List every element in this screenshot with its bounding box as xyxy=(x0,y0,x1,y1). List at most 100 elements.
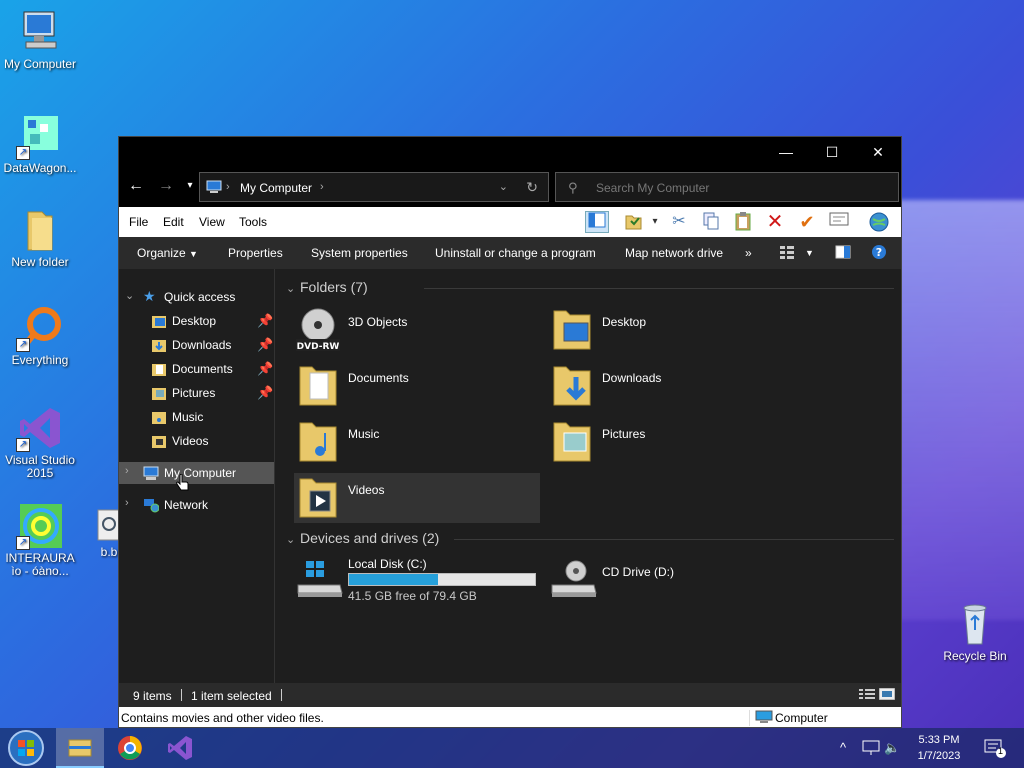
chevron-right-icon[interactable]: › xyxy=(125,465,129,477)
divider xyxy=(424,288,894,289)
pin-icon[interactable]: 📌 xyxy=(257,313,273,329)
group-header-devices[interactable]: ⌄ Devices and drives (2) xyxy=(284,527,894,551)
pin-icon[interactable]: 📌 xyxy=(257,361,273,377)
desktop-icon-visual-studio[interactable]: ↗ Visual Studio 2015 xyxy=(0,404,80,480)
drive-cd-d[interactable]: CD Drive (D:) xyxy=(548,555,794,609)
chevron-down-icon[interactable]: ⌄ xyxy=(499,180,508,193)
chevron-right-icon[interactable]: › xyxy=(320,181,324,193)
minimize-button[interactable]: — xyxy=(763,137,809,167)
chevron-down-icon[interactable]: ⌄ xyxy=(286,533,295,546)
nav-network[interactable]: › Network xyxy=(119,494,274,516)
folder-icon xyxy=(16,206,64,254)
help-icon[interactable]: ? xyxy=(871,244,887,263)
system-properties-button[interactable]: System properties xyxy=(311,246,408,260)
volume-icon[interactable]: 🔈 xyxy=(884,740,900,756)
taskbar: ^ 🔈 5:33 PM 1/7/2023 1 xyxy=(0,728,1024,768)
nav-pictures[interactable]: Pictures 📌 xyxy=(119,382,274,404)
checkmark-icon[interactable]: ✔ xyxy=(795,211,819,233)
search-input[interactable]: Search My Computer xyxy=(596,181,709,195)
chevron-right-icon[interactable]: › xyxy=(125,497,129,509)
folder-videos[interactable]: Videos xyxy=(294,473,540,523)
menu-file[interactable]: File xyxy=(129,215,148,229)
shortcut-arrow-icon: ↗ xyxy=(16,536,30,550)
properties-button[interactable]: Properties xyxy=(228,246,283,260)
folder-options-icon[interactable] xyxy=(621,211,645,233)
layout-pane-icon[interactable] xyxy=(585,211,609,233)
delete-icon[interactable]: ✕ xyxy=(763,211,787,233)
desktop-icon-recycle-bin[interactable]: Recycle Bin xyxy=(935,600,1015,663)
nav-music[interactable]: Music xyxy=(119,406,274,428)
chevron-down-icon[interactable]: ⌄ xyxy=(286,282,295,295)
maximize-button[interactable]: ☐ xyxy=(809,137,855,167)
desktop-icon-everything[interactable]: ↗ Everything xyxy=(0,304,80,367)
cut-icon[interactable]: ✂ xyxy=(667,211,691,233)
network-tray-icon[interactable] xyxy=(862,740,880,759)
folder-desktop[interactable]: Desktop xyxy=(548,305,794,355)
back-arrow-icon[interactable]: ← xyxy=(125,177,147,195)
pin-icon[interactable]: 📌 xyxy=(257,337,273,353)
desktop-icon-my-computer[interactable]: My Computer xyxy=(0,8,80,71)
nav-videos[interactable]: Videos xyxy=(119,430,274,452)
content-pane: ⌄ Folders (7) DVD-RW 3D Objects Desktop … xyxy=(276,269,901,683)
change-view-icon[interactable] xyxy=(779,244,795,263)
taskbar-chrome[interactable] xyxy=(106,728,154,768)
drive-local-disk-c[interactable]: Local Disk (C:) 41.5 GB free of 79.4 GB xyxy=(294,555,540,609)
menu-edit[interactable]: Edit xyxy=(163,215,184,229)
nav-documents[interactable]: Documents 📌 xyxy=(119,358,274,380)
folder-icon xyxy=(296,363,340,409)
details-view-icon[interactable] xyxy=(859,688,875,703)
more-commands-button[interactable]: » xyxy=(745,246,752,260)
taskbar-visual-studio[interactable] xyxy=(156,728,204,768)
forward-arrow-icon[interactable]: → xyxy=(155,177,177,195)
recent-locations-chevron-icon[interactable]: ▾ xyxy=(179,180,201,191)
nav-my-computer[interactable]: › My Computer xyxy=(119,462,274,484)
notification-icon[interactable]: 1 xyxy=(984,738,1006,761)
search-box[interactable]: ⚲ Search My Computer xyxy=(555,172,899,202)
close-button[interactable]: ✕ xyxy=(855,137,901,167)
folder-documents[interactable]: Documents xyxy=(294,361,540,411)
datawagon-icon: ↗ xyxy=(16,112,64,160)
title-bar[interactable]: — ☐ ✕ xyxy=(119,137,901,167)
paste-icon[interactable] xyxy=(731,211,755,233)
folder-music[interactable]: Music xyxy=(294,417,540,467)
dvd-icon: DVD-RW xyxy=(296,307,340,353)
nav-downloads[interactable]: Downloads 📌 xyxy=(119,334,274,356)
large-icons-view-icon[interactable] xyxy=(878,687,896,703)
chevron-down-icon[interactable]: ▾ xyxy=(643,211,667,233)
copy-icon[interactable] xyxy=(699,211,723,233)
folder-downloads[interactable]: Downloads xyxy=(548,361,794,411)
organize-button[interactable]: Organize ▼ xyxy=(137,246,198,260)
chevron-down-icon[interactable]: ▼ xyxy=(805,248,814,258)
chevron-up-icon[interactable]: ^ xyxy=(840,740,846,755)
desktop-icon-interaura[interactable]: ↗ INTERAURA ìo - óàno... xyxy=(0,502,80,578)
folder-icon xyxy=(151,361,167,377)
desktop-icon-datawagon[interactable]: ↗ DataWagon... xyxy=(0,112,80,175)
recycle-bin-icon xyxy=(951,600,999,648)
chevron-down-icon[interactable]: ⌄ xyxy=(125,289,134,302)
notification-count: 1 xyxy=(998,746,1004,756)
preview-pane-icon[interactable] xyxy=(835,245,851,262)
nav-quick-access[interactable]: ⌄ ★ Quick access xyxy=(119,286,274,308)
folder-icon xyxy=(296,419,340,465)
clock[interactable]: 5:33 PM 1/7/2023 xyxy=(900,732,978,764)
folder-3d-objects[interactable]: DVD-RW 3D Objects xyxy=(294,305,540,355)
taskbar-file-explorer[interactable] xyxy=(56,728,104,768)
menu-view[interactable]: View xyxy=(199,215,225,229)
start-button[interactable] xyxy=(2,728,50,768)
globe-icon[interactable] xyxy=(867,211,891,233)
desktop-icon-new-folder[interactable]: New folder xyxy=(0,206,80,269)
refresh-icon[interactable]: ↻ xyxy=(526,179,538,196)
uninstall-program-button[interactable]: Uninstall or change a program xyxy=(435,246,596,260)
map-network-drive-button[interactable]: Map network drive xyxy=(625,246,723,260)
item-count: 9 items xyxy=(133,689,172,703)
pin-icon[interactable]: 📌 xyxy=(257,385,273,401)
address-bar[interactable]: › My Computer › ⌄ ↻ xyxy=(199,172,549,202)
menu-tools[interactable]: Tools xyxy=(239,215,267,229)
properties-sheet-icon[interactable] xyxy=(827,211,851,233)
star-icon: ★ xyxy=(143,288,156,304)
group-header-folders[interactable]: ⌄ Folders (7) xyxy=(284,276,894,300)
explorer-window: — ☐ ✕ ← → ▾ › My Computer › ⌄ ↻ ⚲ Search… xyxy=(118,136,902,728)
visual-studio-icon: ↗ xyxy=(16,404,64,452)
folder-pictures[interactable]: Pictures xyxy=(548,417,794,467)
nav-desktop[interactable]: Desktop 📌 xyxy=(119,310,274,332)
